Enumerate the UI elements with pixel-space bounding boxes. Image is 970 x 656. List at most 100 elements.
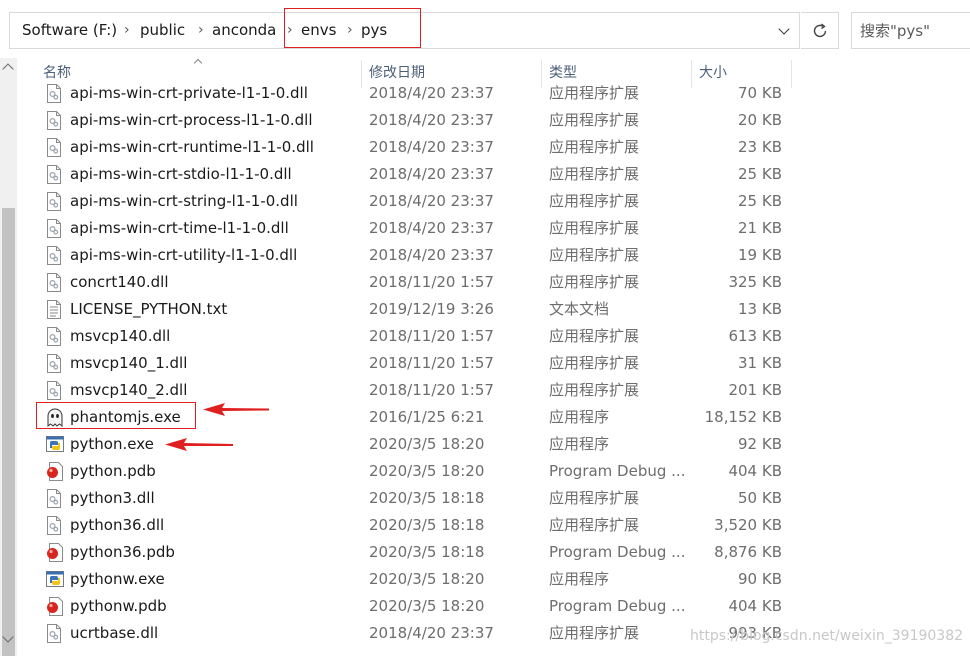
file-type: 应用程序扩展 xyxy=(549,489,640,507)
file-list: api-ms-win-crt-private-l1-1-0.dll 2018/4/… xyxy=(17,80,970,656)
annotation-box-phantomjs xyxy=(36,402,196,429)
file-row[interactable]: api-ms-win-crt-runtime-l1-1-0.dll 2018/4/… xyxy=(17,134,970,161)
file-type: 应用程序扩展 xyxy=(549,111,640,129)
file-name: concrt140.dll xyxy=(70,273,169,291)
search-input[interactable] xyxy=(860,13,970,48)
file-modified-date: 2018/4/20 23:37 xyxy=(369,111,494,129)
file-row[interactable]: msvcp140_1.dll 2018/11/20 1:57 应用程序扩展 31 KB xyxy=(17,350,970,377)
annotation-arrow-icon xyxy=(165,438,233,451)
file-name: api-ms-win-crt-process-l1-1-0.dll xyxy=(70,111,313,129)
file-type: 应用程序 xyxy=(549,408,610,426)
dll-icon xyxy=(46,84,62,103)
file-type: 应用程序扩展 xyxy=(549,84,640,102)
file-row[interactable]: api-ms-win-crt-stdio-l1-1-0.dll 2018/4/20… xyxy=(17,161,970,188)
file-row[interactable]: api-ms-win-crt-private-l1-1-0.dll 2018/4/… xyxy=(17,80,970,107)
file-type: 应用程序扩展 xyxy=(549,516,640,534)
breadcrumb-chevron-icon[interactable]: › xyxy=(198,13,204,48)
file-row[interactable]: python36.dll 2020/3/5 18:18 应用程序扩展 3,520 KB xyxy=(17,512,970,539)
file-row[interactable]: python.pdb 2020/3/5 18:20 Program Debug ..… xyxy=(17,458,970,485)
breadcrumb-public[interactable]: public xyxy=(140,13,185,48)
file-size: 613 KB xyxy=(728,327,782,345)
file-size: 18,152 KB xyxy=(704,408,782,426)
scrollbar-thumb[interactable] xyxy=(2,208,15,656)
file-type: 应用程序扩展 xyxy=(549,246,640,264)
file-row[interactable]: LICENSE_PYTHON.txt 2019/12/19 3:26 文本文档 13 … xyxy=(17,296,970,323)
dll-icon xyxy=(46,165,62,184)
file-row[interactable]: msvcp140_2.dll 2018/11/20 1:57 应用程序扩展 201 K… xyxy=(17,377,970,404)
file-row[interactable]: api-ms-win-crt-string-l1-1-0.dll 2018/4/2… xyxy=(17,188,970,215)
file-name: api-ms-win-crt-time-l1-1-0.dll xyxy=(70,219,289,237)
file-name: python.pdb xyxy=(70,462,156,480)
file-size: 50 KB xyxy=(738,489,782,507)
dll-icon xyxy=(46,219,62,238)
file-modified-date: 2018/4/20 23:37 xyxy=(369,624,494,642)
file-modified-date: 2018/11/20 1:57 xyxy=(369,381,494,399)
file-row[interactable]: msvcp140.dll 2018/11/20 1:57 应用程序扩展 613 KB xyxy=(17,323,970,350)
file-type: 文本文档 xyxy=(549,300,610,318)
file-row[interactable]: api-ms-win-crt-utility-l1-1-0.dll 2018/4/… xyxy=(17,242,970,269)
watermark: https://blog.csdn.net/weixin_39190382 xyxy=(690,628,964,644)
file-size: 23 KB xyxy=(738,138,782,156)
file-modified-date: 2018/11/20 1:57 xyxy=(369,327,494,345)
file-row[interactable]: pythonw.pdb 2020/3/5 18:20 Program Debug .… xyxy=(17,593,970,620)
file-row[interactable]: pythonw.exe 2020/3/5 18:20 应用程序 90 KB xyxy=(17,566,970,593)
file-type: 应用程序扩展 xyxy=(549,138,640,156)
file-modified-date: 2018/4/20 23:37 xyxy=(369,84,494,102)
file-row[interactable]: concrt140.dll 2018/11/20 1:57 应用程序扩展 325 KB xyxy=(17,269,970,296)
file-size: 20 KB xyxy=(738,111,782,129)
file-row[interactable]: python.exe 2020/3/5 18:20 应用程序 92 KB xyxy=(17,431,970,458)
python-exe-icon xyxy=(46,570,64,589)
file-row[interactable]: python3.dll 2020/3/5 18:18 应用程序扩展 50 KB xyxy=(17,485,970,512)
file-modified-date: 2018/4/20 23:37 xyxy=(369,192,494,210)
file-size: 13 KB xyxy=(738,300,782,318)
file-size: 31 KB xyxy=(738,354,782,372)
breadcrumb-chevron-icon[interactable]: › xyxy=(124,13,130,48)
file-type: 应用程序扩展 xyxy=(549,192,640,210)
file-modified-date: 2020/3/5 18:20 xyxy=(369,597,485,615)
file-size: 70 KB xyxy=(738,84,782,102)
scroll-up-arrow-icon[interactable] xyxy=(2,63,14,75)
file-modified-date: 2018/11/20 1:57 xyxy=(369,273,494,291)
file-name: LICENSE_PYTHON.txt xyxy=(70,300,228,318)
breadcrumb-drive[interactable]: Software (F:) xyxy=(22,13,117,48)
address-bar-row: Software (F:) › public › anconda › envs … xyxy=(0,0,970,58)
file-size: 8,876 KB xyxy=(714,543,782,561)
file-name: api-ms-win-crt-string-l1-1-0.dll xyxy=(70,192,298,210)
file-type: 应用程序 xyxy=(549,570,610,588)
search-box[interactable] xyxy=(851,12,970,49)
dll-icon xyxy=(46,192,62,211)
file-modified-date: 2018/4/20 23:37 xyxy=(369,219,494,237)
pdb-file-icon xyxy=(46,543,63,562)
file-modified-date: 2018/4/20 23:37 xyxy=(369,246,494,264)
dll-icon xyxy=(46,246,62,265)
file-type: 应用程序扩展 xyxy=(549,381,640,399)
file-name: api-ms-win-crt-stdio-l1-1-0.dll xyxy=(70,165,292,183)
file-size: 3,520 KB xyxy=(714,516,782,534)
refresh-button[interactable] xyxy=(801,12,839,49)
file-size: 19 KB xyxy=(738,246,782,264)
vertical-scrollbar[interactable] xyxy=(0,58,17,656)
file-name: pythonw.exe xyxy=(70,570,165,588)
breadcrumb-anconda[interactable]: anconda xyxy=(212,13,276,48)
file-row[interactable]: python36.pdb 2020/3/5 18:18 Program Debug … xyxy=(17,539,970,566)
file-type: 应用程序 xyxy=(549,435,610,453)
file-row[interactable]: api-ms-win-crt-time-l1-1-0.dll 2018/4/20 … xyxy=(17,215,970,242)
file-modified-date: 2016/1/25 6:21 xyxy=(369,408,485,426)
file-modified-date: 2018/4/20 23:37 xyxy=(369,138,494,156)
file-size: 404 KB xyxy=(728,597,782,615)
refresh-icon xyxy=(813,23,827,38)
pdb-file-icon xyxy=(46,597,63,616)
file-type: 应用程序扩展 xyxy=(549,624,640,642)
address-history-dropdown-icon[interactable] xyxy=(772,13,800,48)
dll-icon xyxy=(46,327,62,346)
file-name: python3.dll xyxy=(70,489,155,507)
file-modified-date: 2020/3/5 18:18 xyxy=(369,489,485,507)
file-modified-date: 2020/3/5 18:20 xyxy=(369,435,485,453)
file-size: 25 KB xyxy=(738,192,782,210)
file-name: api-ms-win-crt-runtime-l1-1-0.dll xyxy=(70,138,314,156)
text-file-icon xyxy=(46,300,62,319)
file-name: msvcp140_2.dll xyxy=(70,381,188,399)
file-row[interactable]: api-ms-win-crt-process-l1-1-0.dll 2018/4/… xyxy=(17,107,970,134)
dll-icon xyxy=(46,381,62,400)
file-name: python36.pdb xyxy=(70,543,175,561)
